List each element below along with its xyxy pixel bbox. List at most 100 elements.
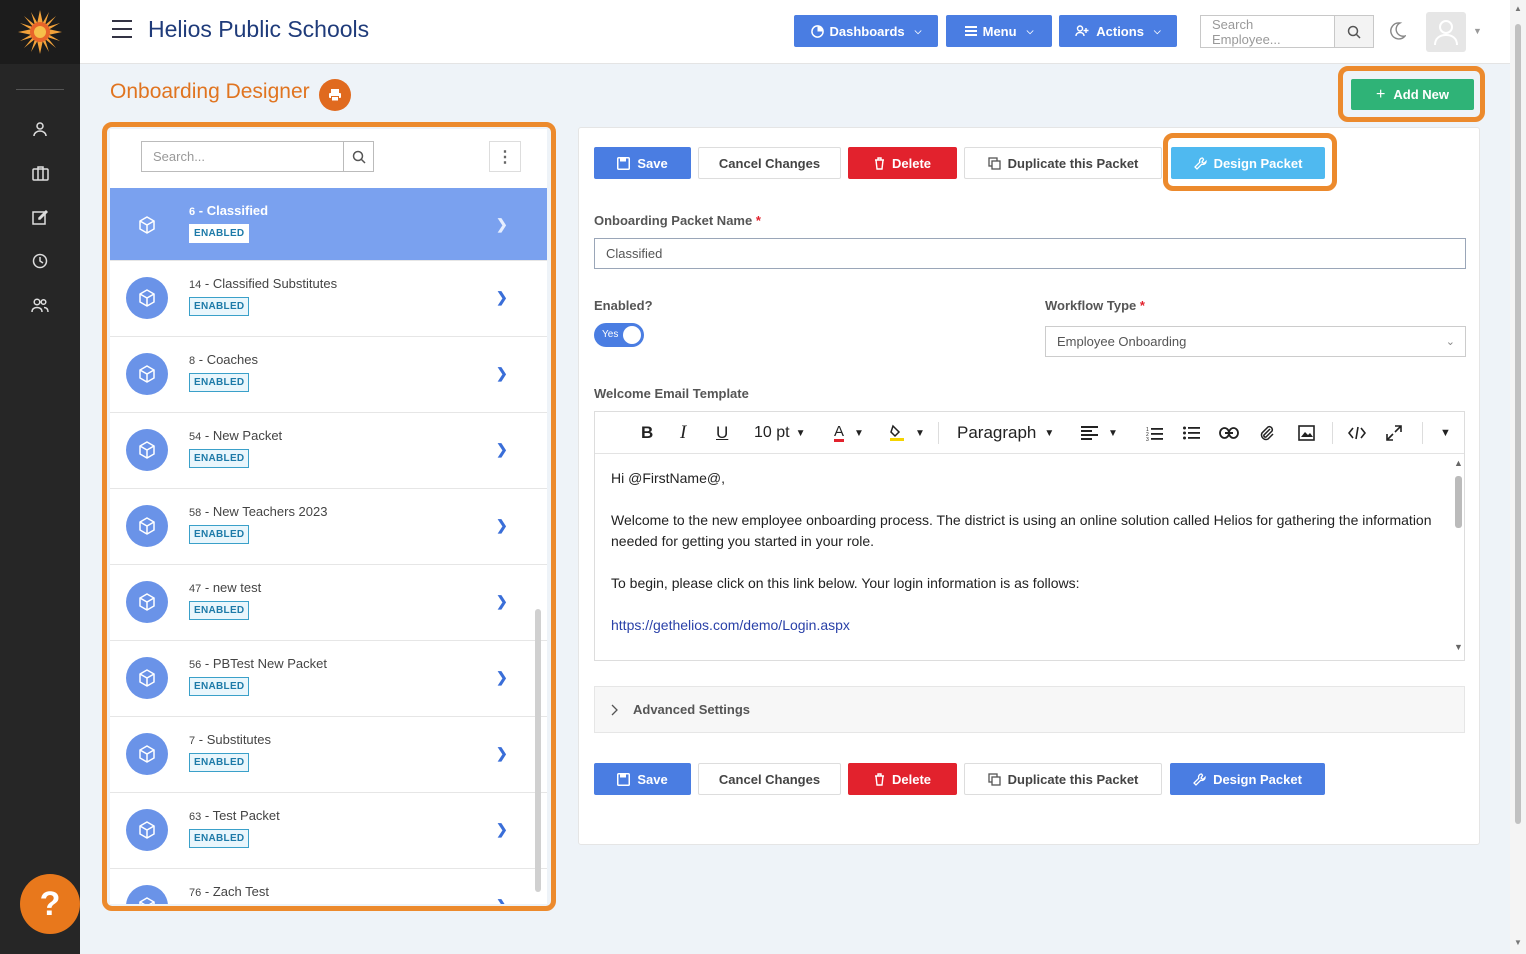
packet-list-item[interactable]: 6 - Classified ENABLED ❯ (110, 188, 547, 261)
delete-button-bottom[interactable]: Delete (848, 763, 957, 795)
scroll-up-icon[interactable]: ▲ (1514, 4, 1522, 13)
chevron-right-icon[interactable]: ❯ (496, 365, 508, 382)
package-icon (126, 204, 168, 246)
chevron-right-icon[interactable]: ❯ (496, 669, 508, 686)
packet-list-item[interactable]: 54 - New Packet ENABLED ❯ (110, 413, 547, 489)
workflow-type-select[interactable]: Employee Onboarding ⌄ (1045, 326, 1466, 357)
design-packet-button-bottom[interactable]: Design Packet (1170, 763, 1325, 795)
employee-search-button[interactable] (1334, 15, 1374, 48)
status-badge: ENABLED (189, 373, 250, 392)
chevron-right-icon[interactable]: ❯ (496, 745, 508, 762)
packet-title: Zach Test (212, 884, 269, 899)
edit-icon[interactable] (28, 205, 52, 229)
trash-icon (874, 156, 884, 170)
add-new-button[interactable]: + Add New (1351, 79, 1474, 110)
dashboards-button[interactable]: Dashboards ⌵ (794, 15, 938, 47)
more-tools-icon[interactable]: ▼ (1440, 421, 1451, 445)
user-icon[interactable] (28, 117, 52, 141)
page-scrollbar[interactable]: ▲ ▼ (1510, 0, 1526, 954)
packet-list-item[interactable]: 58 - New Teachers 2023 ENABLED ❯ (110, 489, 547, 565)
chevron-right-icon[interactable]: ❯ (496, 517, 508, 534)
scroll-up-icon[interactable]: ▲ (1454, 458, 1463, 468)
avatar-caret-icon[interactable]: ▼ (1473, 26, 1482, 36)
help-button[interactable]: ? (20, 874, 80, 934)
moon-icon (1390, 22, 1407, 40)
avatar[interactable] (1426, 12, 1466, 52)
page-scrollbar-thumb[interactable] (1515, 24, 1521, 824)
fullscreen-icon[interactable] (1386, 421, 1402, 445)
block-format-dropdown[interactable]: Paragraph ▼ (957, 421, 1054, 445)
bold-icon[interactable]: B (641, 421, 653, 445)
packet-list-item[interactable]: 8 - Coaches ENABLED ❯ (110, 337, 547, 413)
caret-down-icon: ▼ (1108, 427, 1118, 439)
underline-icon[interactable]: U (716, 421, 728, 445)
packet-list-item[interactable]: 14 - Classified Substitutes ENABLED ❯ (110, 261, 547, 337)
font-color-icon: A (834, 423, 845, 442)
packet-separator: - (195, 352, 207, 367)
numbered-list-icon[interactable]: 123 (1146, 421, 1163, 445)
scroll-down-icon[interactable]: ▼ (1514, 938, 1522, 947)
login-link[interactable]: https://gethelios.com/demo/Login.aspx (611, 617, 850, 633)
chevron-right-icon[interactable]: ❯ (496, 216, 508, 233)
cancel-changes-button-bottom[interactable]: Cancel Changes (698, 763, 841, 795)
duplicate-packet-button[interactable]: Duplicate this Packet (964, 147, 1162, 179)
save-button-bottom[interactable]: Save (594, 763, 691, 795)
image-icon[interactable] (1298, 421, 1315, 445)
advanced-settings-label: Advanced Settings (633, 702, 751, 717)
enabled-toggle[interactable]: Yes (594, 323, 644, 347)
hamburger-menu-icon[interactable] (112, 20, 132, 38)
scroll-down-icon[interactable]: ▼ (1454, 642, 1463, 652)
design-packet-button[interactable]: Design Packet (1171, 147, 1325, 179)
bulleted-list-icon[interactable] (1183, 421, 1200, 445)
editor-scrollbar-thumb[interactable] (1455, 476, 1462, 528)
editor-scrollbar[interactable]: ▲ ▼ (1452, 454, 1464, 660)
align-dropdown[interactable]: ▼ (1081, 421, 1118, 445)
italic-icon[interactable]: I (680, 421, 686, 445)
helios-logo[interactable] (0, 0, 80, 64)
chevron-right-icon[interactable]: ❯ (496, 897, 508, 904)
highlight-color-button[interactable]: ▼ (889, 421, 925, 445)
kebab-icon: ⋮ (497, 148, 513, 166)
cancel-changes-button[interactable]: Cancel Changes (698, 147, 841, 179)
users-icon[interactable] (28, 293, 52, 317)
code-view-icon[interactable] (1348, 421, 1366, 445)
save-button[interactable]: Save (594, 147, 691, 179)
attachment-icon[interactable] (1259, 421, 1275, 445)
employee-search-input[interactable]: Search Employee... (1200, 15, 1334, 48)
advanced-settings-toggle[interactable]: Advanced Settings (594, 686, 1465, 733)
clock-icon[interactable] (28, 249, 52, 273)
packet-search-input[interactable]: Search... (141, 141, 343, 172)
packet-list-item[interactable]: 47 - new test ENABLED ❯ (110, 565, 547, 641)
link-icon[interactable] (1219, 421, 1239, 445)
package-icon (126, 277, 168, 319)
dark-mode-toggle[interactable] (1390, 22, 1407, 45)
list-scrollbar-thumb[interactable] (535, 609, 541, 892)
packet-name-input[interactable]: Classified (594, 238, 1466, 269)
packet-list-item[interactable]: 56 - PBTest New Packet ENABLED ❯ (110, 641, 547, 717)
packet-name: 8 - Coaches (189, 352, 258, 367)
status-badge: ENABLED (189, 449, 250, 468)
font-color-button[interactable]: A ▼ (834, 421, 864, 445)
briefcase-icon[interactable] (28, 161, 52, 185)
toolbar-divider (1422, 422, 1423, 444)
packet-list-item[interactable]: 76 - Zach TestENABLED❯ (110, 869, 547, 904)
list-options-button[interactable]: ⋮ (489, 141, 521, 172)
chevron-right-icon[interactable]: ❯ (496, 821, 508, 838)
chevron-right-icon[interactable]: ❯ (496, 289, 508, 306)
delete-button[interactable]: Delete (848, 147, 957, 179)
editor-content[interactable]: Hi @FirstName@, Welcome to the new emplo… (595, 454, 1450, 660)
chevron-right-icon[interactable]: ❯ (496, 593, 508, 610)
chevron-right-icon[interactable]: ❯ (496, 441, 508, 458)
rich-text-editor[interactable]: B I U 10 pt ▼ A ▼ ▼ Paragraph ▼ ▼ 123 ▼ … (594, 411, 1465, 661)
packet-separator: - (201, 276, 213, 291)
actions-button[interactable]: Actions ⌵ (1059, 15, 1177, 47)
packet-list-item[interactable]: 63 - Test Packet ENABLED ❯ (110, 793, 547, 869)
menu-button[interactable]: Menu ⌵ (946, 15, 1052, 47)
packet-list-item[interactable]: 7 - Substitutes ENABLED ❯ (110, 717, 547, 793)
font-size-dropdown[interactable]: 10 pt ▼ (754, 421, 806, 445)
packet-search-button[interactable] (343, 141, 374, 172)
duplicate-packet-button-bottom[interactable]: Duplicate this Packet (964, 763, 1162, 795)
caret-down-icon: ▼ (1044, 427, 1055, 439)
package-icon (126, 505, 168, 547)
print-button[interactable] (319, 79, 351, 111)
